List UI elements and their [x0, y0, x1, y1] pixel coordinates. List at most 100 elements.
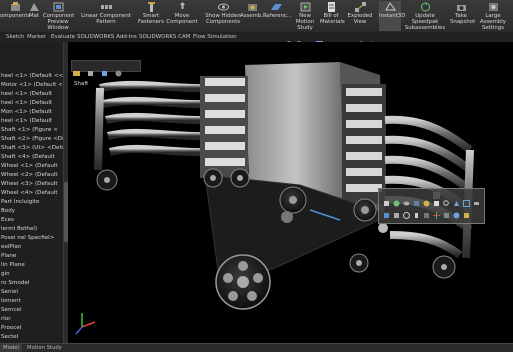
view-settings-icon[interactable] — [378, 33, 385, 47]
tree-item[interactable]: ro Smodel — [1, 279, 63, 287]
tree-item[interactable]: Shaft <4> (Default — [1, 153, 63, 161]
tree-item[interactable]: Wheel <3> (Default — [1, 180, 63, 188]
mate-icon — [29, 2, 40, 12]
ribbon-button-9[interactable]: New Motion Study — [290, 1, 320, 31]
tree-item[interactable]: Posel nel Specfiel> — [1, 234, 63, 242]
section-icon[interactable] — [463, 192, 470, 207]
apply-scene-icon[interactable] — [368, 33, 375, 48]
new-motion-study-icon — [300, 2, 311, 12]
tab-evaluate[interactable]: Evaluate — [49, 33, 77, 41]
ribbon-button-4[interactable]: Smart Fasteners — [138, 1, 164, 31]
tree-item[interactable]: Wheel <4> (Default — [1, 189, 63, 197]
tree-item[interactable]: Sectel — [1, 333, 63, 341]
fix-component-icon[interactable] — [413, 204, 420, 218]
feature-icon — [101, 62, 108, 76]
move-with-triad-icon[interactable] — [433, 204, 440, 219]
left-camshaft-stack — [200, 76, 248, 178]
tab-solidworks-add-ins[interactable]: SOLIDWORKS Add-Ins — [75, 33, 139, 41]
components-icon — [10, 2, 21, 12]
tree-item[interactable]: eelPlan — [1, 243, 63, 251]
part-icon — [87, 62, 94, 76]
tree-item[interactable]: Ioment — [1, 297, 63, 305]
configuration-icon[interactable] — [443, 204, 450, 218]
take-snapshot-icon — [456, 2, 467, 12]
hide-show-items-icon[interactable] — [346, 33, 353, 47]
tree-item[interactable]: rlor — [1, 315, 63, 323]
tree-item[interactable]: Wheel <2> (Default — [1, 171, 63, 179]
large-assembly-settings-icon — [488, 2, 499, 12]
tree-item[interactable]: Mon <1> (Default — [1, 108, 63, 116]
select-other-icon[interactable] — [453, 204, 460, 219]
view-orientation-icon[interactable] — [326, 33, 333, 47]
mate-option-icon[interactable] — [473, 192, 480, 205]
tree-item[interactable]: heel <1> (Default << — [1, 72, 63, 80]
open-part-icon[interactable] — [393, 204, 400, 218]
tree-item[interactable]: Motor <1> (Default < — [1, 81, 63, 89]
assembly-icon — [73, 62, 80, 76]
display-style-icon[interactable] — [336, 33, 343, 47]
ribbon-button-15[interactable]: Large Assembly Settings — [473, 1, 513, 31]
tree-item[interactable]: ProoceI — [1, 324, 63, 332]
exploded-view-icon — [354, 2, 366, 12]
tree-item[interactable]: heel <1> (Default — [1, 117, 63, 125]
ribbon-button-2[interactable]: Component Preview Window — [43, 1, 74, 31]
command-manager-ribbon: omponents Mat Component Preview Window L… — [0, 0, 513, 33]
ribbon-button-10[interactable]: Bill of Materials — [320, 1, 345, 31]
tree-item[interactable]: Shaft <2> (Figure <Dr — [1, 135, 63, 143]
tree-item[interactable]: lerml Bothel) — [1, 225, 63, 233]
ribbon-button-6[interactable]: Show Hidden Components — [204, 1, 242, 31]
ribbon-button-0[interactable]: omponents — [0, 1, 30, 31]
suppress-icon[interactable] — [423, 204, 430, 218]
view-mates-icon[interactable] — [463, 204, 470, 218]
reference-geometry-icon — [270, 2, 282, 12]
right-camshaft-stack — [342, 84, 386, 204]
ribbon-button-13[interactable]: Update Speedpak Subassemblies — [402, 1, 448, 31]
appearance-icon[interactable] — [423, 192, 430, 207]
isolate-icon[interactable] — [433, 192, 440, 206]
zoom-to-area-icon[interactable] — [296, 33, 304, 49]
instant3d-icon — [384, 2, 396, 12]
section-view-icon[interactable] — [315, 33, 324, 49]
component-properties-icon[interactable] — [403, 204, 410, 219]
edit-feature-icon[interactable] — [383, 192, 390, 206]
ribbon-button-8[interactable]: Referenc... — [263, 1, 292, 31]
breadcrumb-label[interactable]: Shaft — [74, 80, 88, 88]
rebuild-icon[interactable] — [393, 192, 400, 207]
tab-marker[interactable]: Marker — [25, 33, 48, 41]
move-component-icon — [177, 2, 188, 12]
ribbon-button-7[interactable]: Assemb... — [240, 1, 266, 31]
tab-flow-simulation[interactable]: Flow Simulation — [191, 33, 239, 41]
tree-item[interactable]: lin Plane — [1, 261, 63, 269]
ribbon-button-3[interactable]: Linear Component Pattern — [77, 1, 135, 31]
ribbon-button-5[interactable]: Move Component — [162, 1, 202, 31]
tree-item[interactable]: Body — [1, 207, 63, 215]
tree-item[interactable]: Shaft <1> (Figure < — [1, 126, 63, 134]
tree-item[interactable]: heel <1> (Default — [1, 90, 63, 98]
feature-manager-tree: heel <1> (Default << Motor <1> (Default … — [0, 42, 64, 343]
ribbon-button-14[interactable]: Take Snapshot — [450, 1, 475, 31]
tree-item[interactable]: Semcel — [1, 306, 63, 314]
ribbon-button-11[interactable]: Exploded View — [342, 1, 378, 31]
tree-item[interactable]: Plane — [1, 252, 63, 260]
tree-item[interactable]: Wheel <1> (Default — [1, 162, 63, 170]
tree-item[interactable]: Shaft <3> (Ut> <Default — [1, 144, 63, 152]
breadcrumb[interactable]: Shaft — [71, 60, 141, 87]
tree-item[interactable]: Seniel — [1, 288, 63, 296]
tree-item[interactable]: Part Incluigite — [1, 198, 63, 206]
tab-solidworks-cam[interactable]: SOLIDWORKS CAM — [137, 33, 193, 41]
tree-item[interactable]: Eces — [1, 216, 63, 224]
ribbon-button-12[interactable]: Instant3D — [379, 1, 405, 31]
hide-component-icon[interactable] — [403, 192, 410, 206]
transparency-icon[interactable] — [413, 192, 420, 206]
edit-part-icon[interactable] — [383, 204, 390, 218]
tree-item[interactable]: gin — [1, 270, 63, 278]
zoom-to-selection-icon[interactable] — [443, 192, 450, 206]
coordinate-triad — [75, 313, 96, 335]
edit-appearance-icon[interactable] — [358, 33, 365, 48]
zoom-to-fit-icon[interactable] — [286, 33, 294, 49]
ribbon-button-1[interactable]: Mat — [27, 1, 41, 31]
tree-item[interactable]: heel <1> (Default — [1, 99, 63, 107]
previous-view-icon[interactable] — [306, 33, 313, 47]
tab-sketch[interactable]: Sketch — [4, 33, 27, 41]
normal-to-icon[interactable] — [453, 192, 460, 206]
